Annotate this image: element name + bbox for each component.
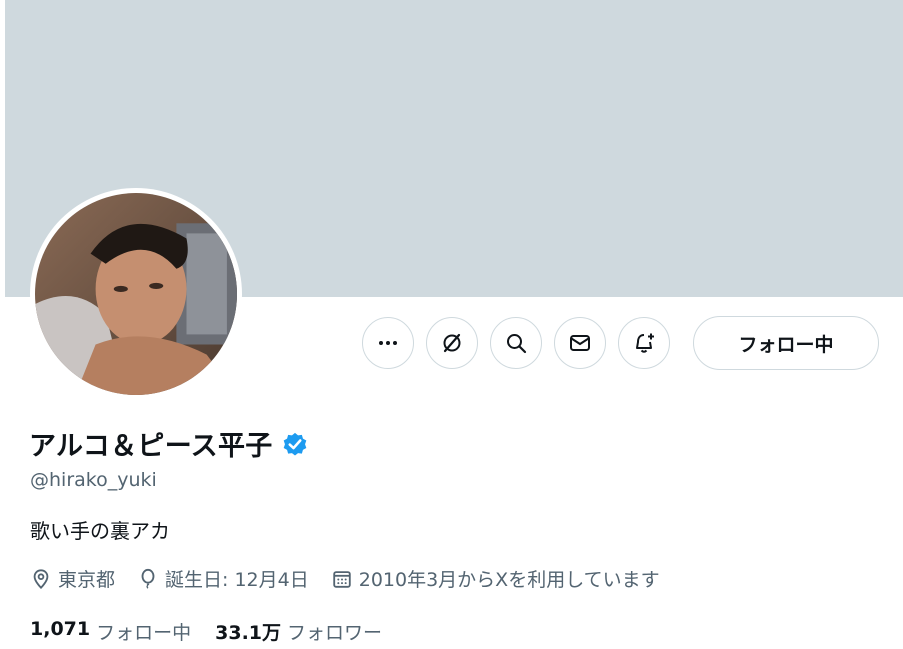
avatar[interactable] [30, 188, 242, 400]
followers-label: フォロワー [287, 622, 383, 644]
profile-actions [362, 317, 670, 371]
search-icon [507, 334, 527, 354]
more-icon [379, 341, 397, 345]
profile-stats: 1,071 フォロー中 33.1万 フォロワー [30, 618, 406, 645]
following-button[interactable]: フォロー中 [693, 316, 879, 370]
birthday-text: 誕生日: 12月4日 [165, 569, 309, 591]
profile-bio: 歌い手の裏アカ [30, 519, 170, 543]
calendar-icon [333, 570, 351, 588]
joined-item: 2010年3月からXを利用しています [331, 565, 660, 592]
display-name: アルコ＆ピース平子 [29, 431, 273, 462]
location-item: 東京都 [30, 565, 115, 592]
joined-text: 2010年3月からXを利用しています [358, 569, 660, 591]
search-button[interactable] [490, 317, 542, 369]
grok-icon [443, 333, 461, 353]
location-text: 東京都 [58, 569, 116, 591]
notifications-button[interactable] [618, 317, 670, 369]
grok-button[interactable] [426, 317, 478, 369]
following-link[interactable]: 1,071 フォロー中 [30, 618, 191, 645]
notification-add-icon [636, 333, 654, 353]
message-button[interactable] [554, 317, 606, 369]
profile-name-row: アルコ＆ピース平子 [29, 424, 309, 463]
location-icon [33, 568, 49, 589]
page-edge [0, 0, 5, 649]
profile-meta: 東京都 誕生日: 12月4日 2010年3月からXを利用しています [30, 565, 682, 592]
avatar-photo [35, 193, 237, 395]
followers-link[interactable]: 33.1万 フォロワー [215, 618, 382, 645]
mail-icon [570, 335, 590, 351]
following-count: 1,071 [30, 618, 91, 640]
following-label: フォロー中 [96, 622, 192, 644]
user-handle: @hirako_yuki [30, 469, 157, 491]
birthday-item: 誕生日: 12月4日 [137, 565, 309, 592]
more-button[interactable] [362, 317, 414, 369]
balloon-icon [141, 568, 155, 589]
verified-badge-icon[interactable] [281, 430, 309, 458]
followers-count: 33.1万 [215, 622, 282, 644]
